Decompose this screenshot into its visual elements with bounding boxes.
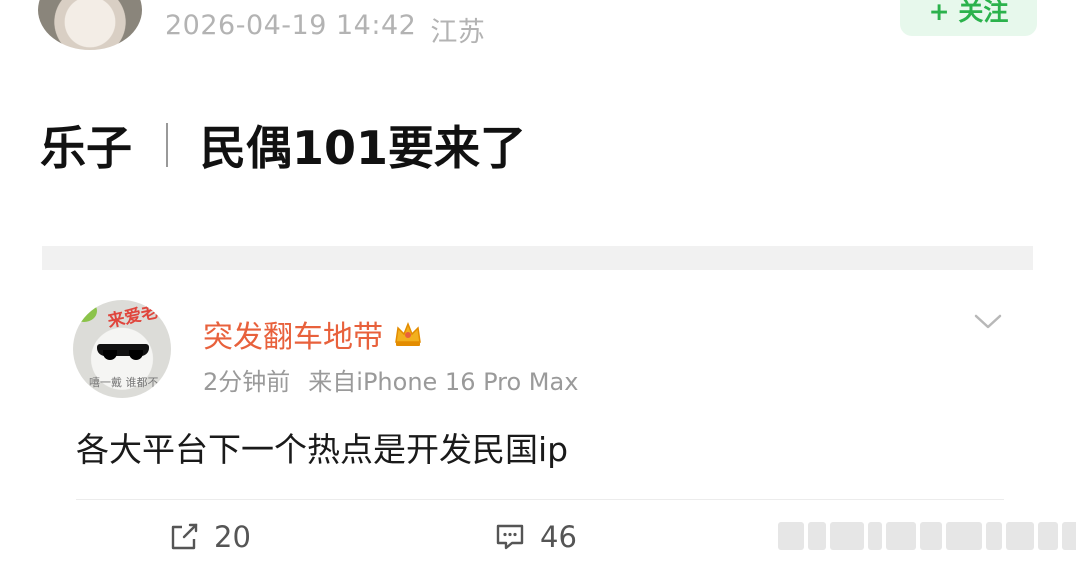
author-avatar[interactable]: [38, 0, 142, 50]
weibo-post-screen: 2026-04-19 14:42 江苏 + 关注 乐子 民偶101要来了 来爱老…: [0, 0, 1076, 566]
comment-source: 来自iPhone 16 Pro Max: [308, 368, 579, 396]
chevron-down-icon[interactable]: [974, 312, 1002, 332]
avatar-caption: 嘻一戴 谁都不: [89, 376, 159, 389]
glass-lens-right: [129, 350, 143, 360]
comment-count: 46: [540, 520, 577, 554]
commenter-name-row[interactable]: 突发翻车地带: [203, 312, 423, 356]
watermark-strip: [778, 522, 1076, 550]
post-title: 乐子 民偶101要来了: [40, 112, 526, 178]
repost-button[interactable]: 20: [168, 520, 251, 554]
follow-button-label: + 关注: [928, 0, 1009, 26]
comment-icon: [494, 521, 526, 553]
follow-button[interactable]: + 关注: [900, 0, 1037, 36]
commenter-name[interactable]: 突发翻车地带: [203, 312, 383, 356]
glass-lens-left: [103, 350, 117, 360]
post-meta: 2026-04-19 14:42 江苏: [165, 10, 485, 49]
post-timestamp: 2026-04-19 14:42: [165, 10, 417, 41]
title-separator: [166, 123, 168, 167]
commenter-avatar[interactable]: 来爱老 嘻一戴 谁都不: [73, 300, 171, 398]
comment-time: 2分钟前: [203, 368, 291, 396]
comment-button[interactable]: 46: [494, 520, 577, 554]
crown-icon: [393, 320, 423, 348]
comment-meta: 2分钟前 来自iPhone 16 Pro Max: [203, 362, 578, 397]
comment-divider: [76, 499, 1004, 500]
post-title-text: 民偶101要来了: [200, 121, 527, 175]
post-location: 江苏: [430, 17, 486, 48]
leaf-sticker-icon: [73, 300, 97, 322]
section-divider: [42, 246, 1033, 270]
repost-count: 20: [214, 520, 251, 554]
avatar-sticker-text: 来爱老: [105, 301, 161, 333]
share-icon: [168, 521, 200, 553]
comment-text: 各大平台下一个热点是开发民国ip: [76, 430, 569, 469]
post-title-tag: 乐子: [40, 121, 132, 175]
